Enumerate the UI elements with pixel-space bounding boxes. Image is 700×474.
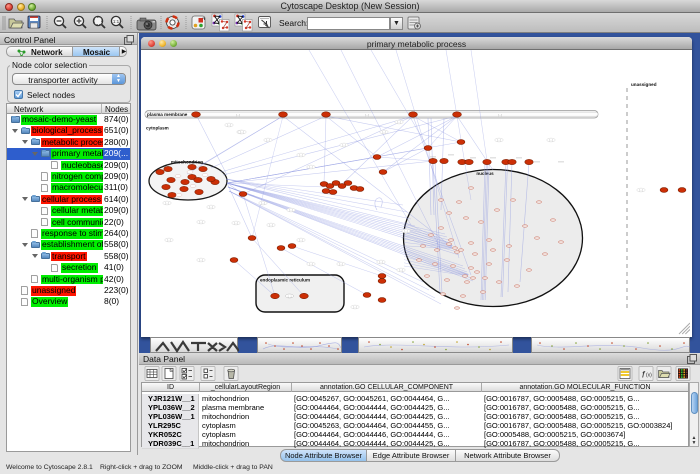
svg-text:1:1: 1:1	[113, 19, 120, 24]
svg-text:[...]: [...]	[365, 113, 369, 117]
svg-text:[...]: [...]	[404, 229, 408, 233]
svg-text:[...]: [...]	[199, 220, 203, 224]
svg-text:[...]: [...]	[299, 238, 303, 242]
svg-text:[...]: [...]	[199, 258, 203, 262]
svg-text:[...]: [...]	[353, 305, 357, 309]
svg-text:[...]: [...]	[165, 201, 169, 205]
svg-text:[...]: [...]	[497, 138, 501, 142]
svg-text:[...]: [...]	[342, 143, 346, 147]
svg-text:plasma membrane: plasma membrane	[147, 112, 188, 117]
svg-text:[...]: [...]	[382, 130, 386, 134]
svg-text:[...]: [...]	[299, 153, 303, 157]
svg-text:[...]: [...]	[234, 221, 238, 225]
svg-text:[...]: [...]	[639, 188, 643, 192]
svg-text:[...]: [...]	[240, 130, 244, 134]
svg-text:[...]: [...]	[266, 138, 270, 142]
svg-text:cytoplasm: cytoplasm	[146, 126, 169, 131]
svg-text:mitochondrion: mitochondrion	[171, 160, 203, 165]
svg-text:[...]: [...]	[269, 223, 273, 227]
svg-text:[...]: [...]	[288, 294, 292, 298]
svg-text:nucleus: nucleus	[476, 171, 494, 176]
svg-text:[...]: [...]	[227, 123, 231, 127]
svg-text:[...]: [...]	[167, 238, 171, 242]
svg-text:[...]: [...]	[261, 201, 265, 205]
svg-text:[...]: [...]	[309, 165, 313, 169]
svg-text:[...]: [...]	[209, 205, 213, 209]
svg-text:endoplasmic reticulum: endoplasmic reticulum	[260, 278, 310, 283]
svg-text:[...]: [...]	[236, 113, 240, 117]
svg-text:unassigned: unassigned	[631, 82, 657, 87]
svg-text:[...]: [...]	[498, 113, 502, 117]
svg-text:(x): (x)	[646, 373, 652, 379]
svg-text:[...]: [...]	[289, 208, 293, 212]
svg-text:[...]: [...]	[397, 120, 401, 124]
svg-text:[...]: [...]	[309, 262, 313, 266]
svg-text:[...]: [...]	[549, 138, 553, 142]
svg-text:[...]: [...]	[379, 260, 383, 264]
svg-text:[...]: [...]	[399, 268, 403, 272]
svg-text:[...]: [...]	[339, 262, 343, 266]
